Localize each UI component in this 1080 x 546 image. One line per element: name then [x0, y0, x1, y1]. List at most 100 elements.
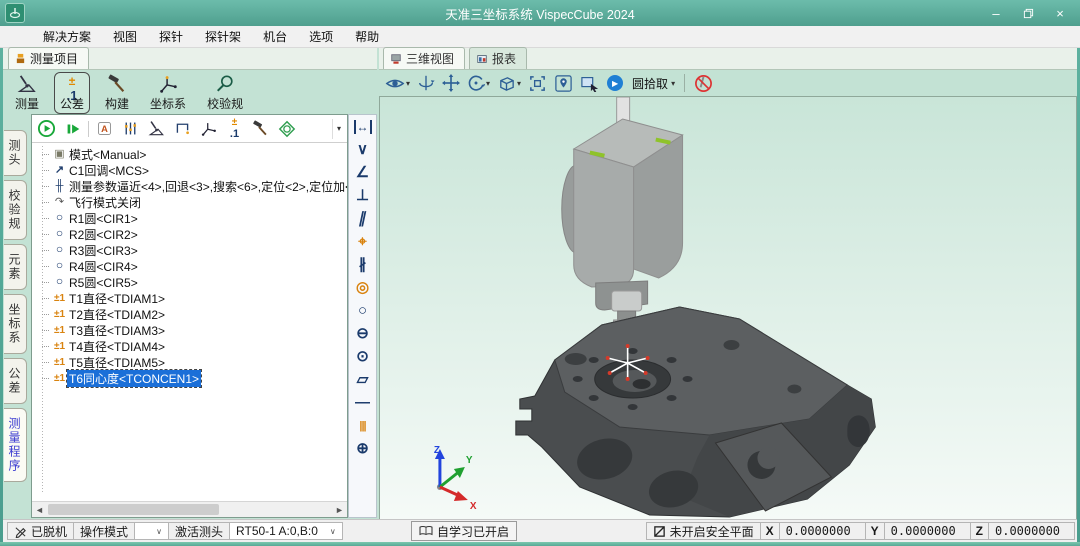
tree-item[interactable]: 飞行模式关闭: [32, 194, 347, 210]
menu-item[interactable]: 机台: [252, 26, 298, 48]
side-tab[interactable]: 校验规: [4, 180, 27, 240]
tree-item[interactable]: R5圆<CIR5>: [32, 274, 347, 290]
tab-report[interactable]: 报表: [469, 47, 527, 69]
auto-run-button[interactable]: ▶: [607, 72, 623, 94]
side-tab[interactable]: 测量程序: [4, 408, 27, 482]
restore-button[interactable]: [1012, 0, 1044, 26]
label-button[interactable]: A: [92, 116, 117, 141]
side-tab[interactable]: 测头: [4, 130, 27, 176]
ribbon-construct-button[interactable]: 构建: [99, 72, 135, 114]
toolbar-overflow-button[interactable]: ▾: [332, 119, 345, 139]
fly-icon: [52, 197, 67, 208]
pan-icon: [442, 74, 460, 92]
machine-coordinates: X 0.0000000 Y 0.0000000 Z 0.0000000: [761, 522, 1075, 540]
tree-item[interactable]: R2圆<CIR2>: [32, 226, 347, 242]
menu-item[interactable]: 视图: [102, 26, 148, 48]
machine-icon: [390, 53, 402, 65]
tab-measurement-project[interactable]: 测量项目: [8, 47, 89, 69]
menu-item[interactable]: 解决方案: [32, 26, 102, 48]
tab-3d-view[interactable]: 三维视图: [383, 47, 465, 69]
tree-item[interactable]: 模式<Manual>: [32, 146, 347, 162]
select-window-button[interactable]: [580, 72, 600, 94]
menu-item[interactable]: 帮助: [344, 26, 390, 48]
concentricity-icon: [356, 280, 369, 295]
locate-button[interactable]: [554, 72, 573, 94]
operation-mode-label: 操作模式: [74, 522, 135, 540]
distance-icon: [354, 119, 372, 135]
radial-icon: [356, 349, 369, 364]
datum-plane-button[interactable]: [274, 116, 299, 141]
measure-params-button[interactable]: [118, 116, 143, 141]
runout-icon: [356, 326, 369, 341]
chevron-down-icon: ▾: [517, 79, 521, 88]
tree-item[interactable]: R3圆<CIR3>: [32, 242, 347, 258]
run-program-button[interactable]: [34, 116, 59, 141]
tolerance-icon: [52, 325, 67, 336]
tree-item[interactable]: T1直径<TDIAM1>: [32, 290, 347, 306]
probe-button[interactable]: [144, 116, 169, 141]
tree-item[interactable]: R4圆<CIR4>: [32, 258, 347, 274]
tolerance-icon: [52, 373, 67, 384]
view-visibility-button[interactable]: ▾: [385, 72, 410, 94]
pan-button[interactable]: [442, 72, 460, 94]
tree-item[interactable]: T4直径<TDIAM4>: [32, 338, 347, 354]
tolerance-symbol-strip: [348, 114, 377, 518]
view-tabstrip: 三维视图 报表: [379, 48, 1077, 70]
ribbon-gauge-button[interactable]: 校验规: [201, 72, 249, 114]
axes-icon: [52, 165, 67, 176]
element-frame-button[interactable]: [170, 116, 195, 141]
side-tab[interactable]: 公差: [4, 358, 27, 404]
left-ribbon: 测量 ±.1 公差 构建 坐标系: [3, 70, 377, 116]
angle-icon: [356, 165, 369, 180]
tree-horizontal-scrollbar[interactable]: ◄ ►: [32, 501, 347, 517]
construct-button[interactable]: [248, 116, 273, 141]
ribbon-tolerance-button[interactable]: ±.1 公差: [54, 72, 90, 114]
operation-mode-select[interactable]: ∨: [135, 522, 169, 540]
probe-disable-button[interactable]: [694, 72, 713, 94]
ribbon-coordinate-system-button[interactable]: 坐标系: [144, 72, 192, 114]
tree-item[interactable]: T6同心度<TCONCEN1>: [32, 370, 347, 386]
chevron-down-icon: ∨: [330, 527, 336, 536]
orbit-button[interactable]: [417, 72, 435, 94]
side-tab[interactable]: 元素: [4, 244, 27, 290]
rotate-view-button[interactable]: ▾: [467, 72, 490, 94]
left-panel-tabstrip: 测量项目: [3, 48, 377, 70]
cube-icon: [497, 74, 516, 93]
tree-item[interactable]: 测量参数逼近<4>,回退<3>,搜索<6>,定位<2>,定位加<2>,测: [32, 178, 347, 194]
menu-item[interactable]: 选项: [298, 26, 344, 48]
menu-item[interactable]: 探针: [148, 26, 194, 48]
circle-pick-button[interactable]: 圆拾取 ▾: [630, 72, 675, 94]
zoom-fit-button[interactable]: [528, 72, 547, 94]
side-tab[interactable]: 坐标系: [4, 294, 27, 354]
prohibit-icon: [694, 74, 713, 93]
close-button[interactable]: ×: [1044, 0, 1076, 26]
measurement-project-panel: 测量项目 测量 ±.1 公差 构建: [3, 48, 377, 520]
tree-item[interactable]: T2直径<TDIAM2>: [32, 306, 347, 322]
tree-item[interactable]: C1回调<MCS>: [32, 162, 347, 178]
minimize-button[interactable]: –: [980, 0, 1012, 26]
ribbon-measure-button[interactable]: 测量: [9, 72, 45, 114]
coordinate-system-button[interactable]: [196, 116, 221, 141]
tolerance-button[interactable]: ±.1: [222, 116, 247, 141]
axis-label: Y: [866, 522, 885, 540]
circle-icon: [52, 276, 67, 288]
flatness-icon: [357, 372, 369, 387]
tree-item[interactable]: T5直径<TDIAM5>: [32, 354, 347, 370]
active-probe-select[interactable]: RT50-1 A:0,B:0 ∨: [230, 522, 343, 540]
scroll-right-arrow[interactable]: ►: [332, 505, 347, 515]
tree-item[interactable]: T3直径<TDIAM3>: [32, 322, 347, 338]
3d-viewport[interactable]: Z Y X: [379, 96, 1077, 520]
offline-pen-icon: [14, 525, 27, 538]
self-learn-status: 自学习已开启: [411, 521, 517, 541]
scroll-thumb[interactable]: [48, 504, 219, 515]
circle-icon: [52, 212, 67, 224]
play-icon: ▶: [607, 75, 623, 91]
program-tree: 模式<Manual> C1回调<MCS> 测量参数逼近<4>,回退<3>,搜: [32, 143, 347, 501]
x-axis-label: X: [470, 501, 477, 512]
project-icon: [15, 53, 26, 64]
view-cube-button[interactable]: ▾: [497, 72, 521, 94]
scroll-left-arrow[interactable]: ◄: [32, 505, 47, 515]
step-run-button[interactable]: [60, 116, 85, 141]
tree-item[interactable]: R1圆<CIR1>: [32, 210, 347, 226]
menu-item[interactable]: 探针架: [194, 26, 252, 48]
